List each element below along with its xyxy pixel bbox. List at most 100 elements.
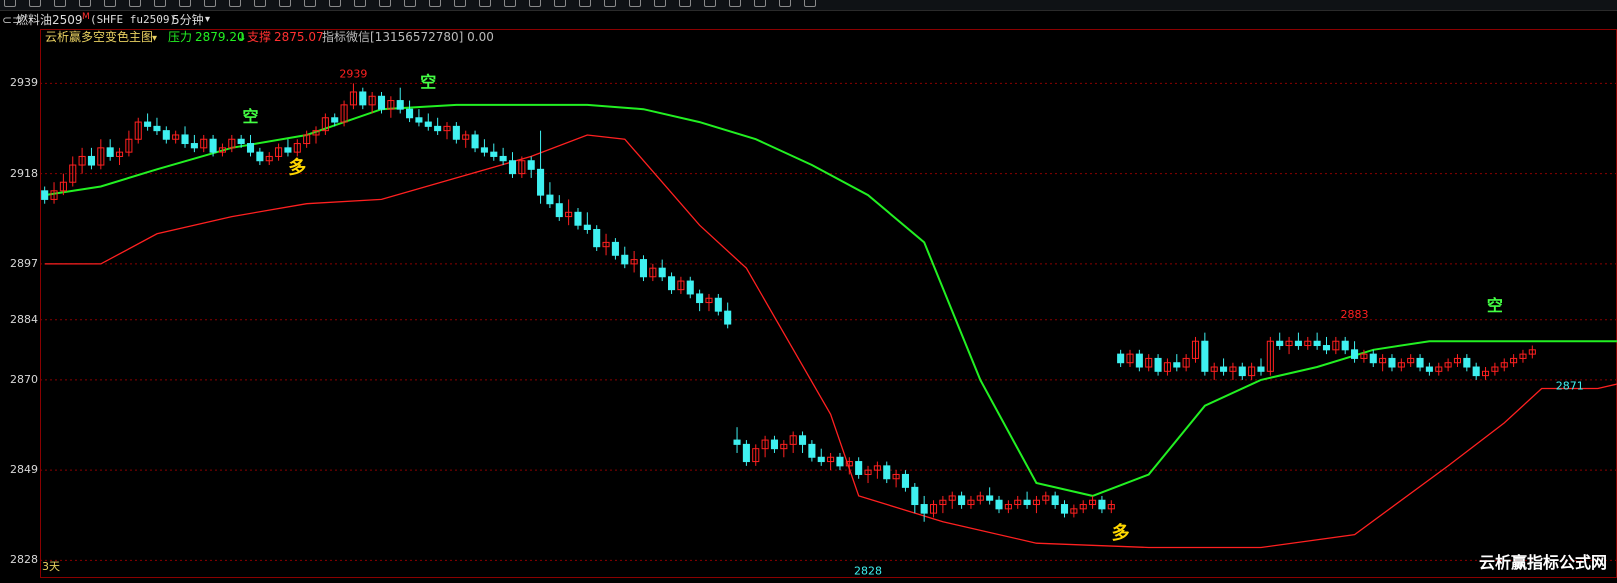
- indicator-name[interactable]: 云析赢多空变色主图: [45, 29, 153, 44]
- trend-icon[interactable]: [679, 0, 691, 7]
- candle: [434, 117, 442, 135]
- candle: [733, 427, 741, 453]
- candle: [1023, 491, 1031, 509]
- cross-icon[interactable]: [79, 0, 91, 7]
- y-tick-label: 2918: [10, 166, 38, 180]
- period-selector[interactable]: 5分钟: [172, 11, 204, 29]
- candle: [1304, 336, 1312, 350]
- candle: [742, 440, 750, 466]
- candle: [611, 238, 619, 260]
- candle: [901, 470, 909, 492]
- pen-icon[interactable]: [254, 0, 266, 7]
- candle: [1220, 358, 1228, 376]
- candle: [471, 130, 479, 153]
- link-icon[interactable]: [304, 0, 316, 7]
- candle: [986, 487, 994, 505]
- support-label: 支撑: [247, 29, 271, 44]
- candle: [696, 289, 704, 312]
- candle: [1079, 500, 1087, 514]
- x-icon[interactable]: [504, 0, 516, 7]
- candle: [1266, 336, 1274, 376]
- candle: [593, 225, 601, 251]
- ray-icon[interactable]: [629, 0, 641, 7]
- chart-area[interactable]: 空多空多空 2939 2828 2883 2871 云析赢多空变色主图 ▾ 压力 287…: [40, 29, 1617, 579]
- window-icon[interactable]: [129, 0, 141, 7]
- candle: [1070, 504, 1078, 518]
- line-icon[interactable]: [54, 0, 66, 7]
- candle: [144, 113, 152, 131]
- tag-icon[interactable]: [279, 0, 291, 7]
- arrow2-icon[interactable]: [479, 0, 491, 7]
- candle: [976, 491, 984, 505]
- candle: [312, 126, 320, 144]
- candle: [480, 139, 488, 157]
- candle: [1173, 354, 1181, 372]
- candle: [855, 457, 863, 479]
- triangle-icon[interactable]: [454, 0, 466, 7]
- long-signal-label: 多: [1112, 522, 1130, 544]
- candle: [508, 152, 517, 178]
- line2-icon[interactable]: [354, 0, 366, 7]
- candle: [770, 435, 779, 453]
- candle: [293, 139, 301, 157]
- short-signal-label: 空: [420, 73, 436, 92]
- pin-icon[interactable]: [604, 0, 616, 7]
- drawing-toolbar: [0, 0, 1617, 11]
- pressure-arrow: ↓: [237, 30, 247, 44]
- candle: [1154, 354, 1162, 376]
- candle: [1004, 500, 1012, 514]
- candle: [321, 113, 329, 135]
- chart-icon[interactable]: [179, 0, 191, 7]
- high-price-label: 2939: [339, 67, 367, 80]
- candle: [162, 126, 170, 144]
- candle: [1135, 349, 1143, 372]
- candle: [1248, 362, 1256, 380]
- chevron-icon[interactable]: [429, 0, 441, 7]
- diamond-icon[interactable]: [529, 0, 541, 7]
- y-tick-label: 2884: [10, 312, 38, 326]
- candle: [1163, 358, 1171, 376]
- candle: [630, 250, 638, 273]
- symbol-name[interactable]: 燃料油2509: [16, 11, 83, 29]
- chevron-down-icon[interactable]: ▾: [205, 11, 210, 29]
- candle: [368, 91, 376, 114]
- level-icon[interactable]: [154, 0, 166, 7]
- rect-icon[interactable]: [29, 0, 41, 7]
- slash-icon[interactable]: [554, 0, 566, 7]
- bars2-icon[interactable]: [754, 0, 766, 7]
- candle: [911, 483, 919, 514]
- candle: [873, 461, 881, 479]
- candle: [1042, 491, 1050, 505]
- fork-icon[interactable]: [404, 0, 416, 7]
- circle-icon[interactable]: [4, 0, 16, 7]
- candle: [1201, 332, 1209, 376]
- candle: [359, 87, 367, 110]
- candle: [808, 440, 816, 462]
- grid-icon[interactable]: [204, 0, 216, 7]
- line3-icon[interactable]: [379, 0, 391, 7]
- symbol-code: (SHFE fu2509): [90, 13, 177, 26]
- text-icon[interactable]: [229, 0, 241, 7]
- candle: [920, 495, 928, 522]
- candle: [125, 130, 133, 157]
- candle: [958, 491, 966, 509]
- candle: [555, 195, 563, 221]
- chevron-down-icon[interactable]: ▾: [152, 33, 157, 44]
- candle: [1397, 358, 1405, 372]
- candle: [929, 500, 938, 518]
- long-signal-label: 多: [288, 157, 306, 179]
- gauge-icon[interactable]: [329, 0, 341, 7]
- dot-icon[interactable]: [579, 0, 591, 7]
- candle: [1322, 336, 1331, 355]
- grid2-icon[interactable]: [804, 0, 816, 7]
- bars-icon[interactable]: [704, 0, 716, 7]
- box-icon[interactable]: [654, 0, 666, 7]
- candle: [452, 122, 460, 144]
- candle: [200, 134, 208, 153]
- candle: [948, 491, 956, 509]
- stack-icon[interactable]: [729, 0, 741, 7]
- candle: [181, 126, 189, 148]
- bars3-icon[interactable]: [779, 0, 791, 7]
- candle: [190, 134, 198, 153]
- arrow-icon[interactable]: [104, 0, 116, 7]
